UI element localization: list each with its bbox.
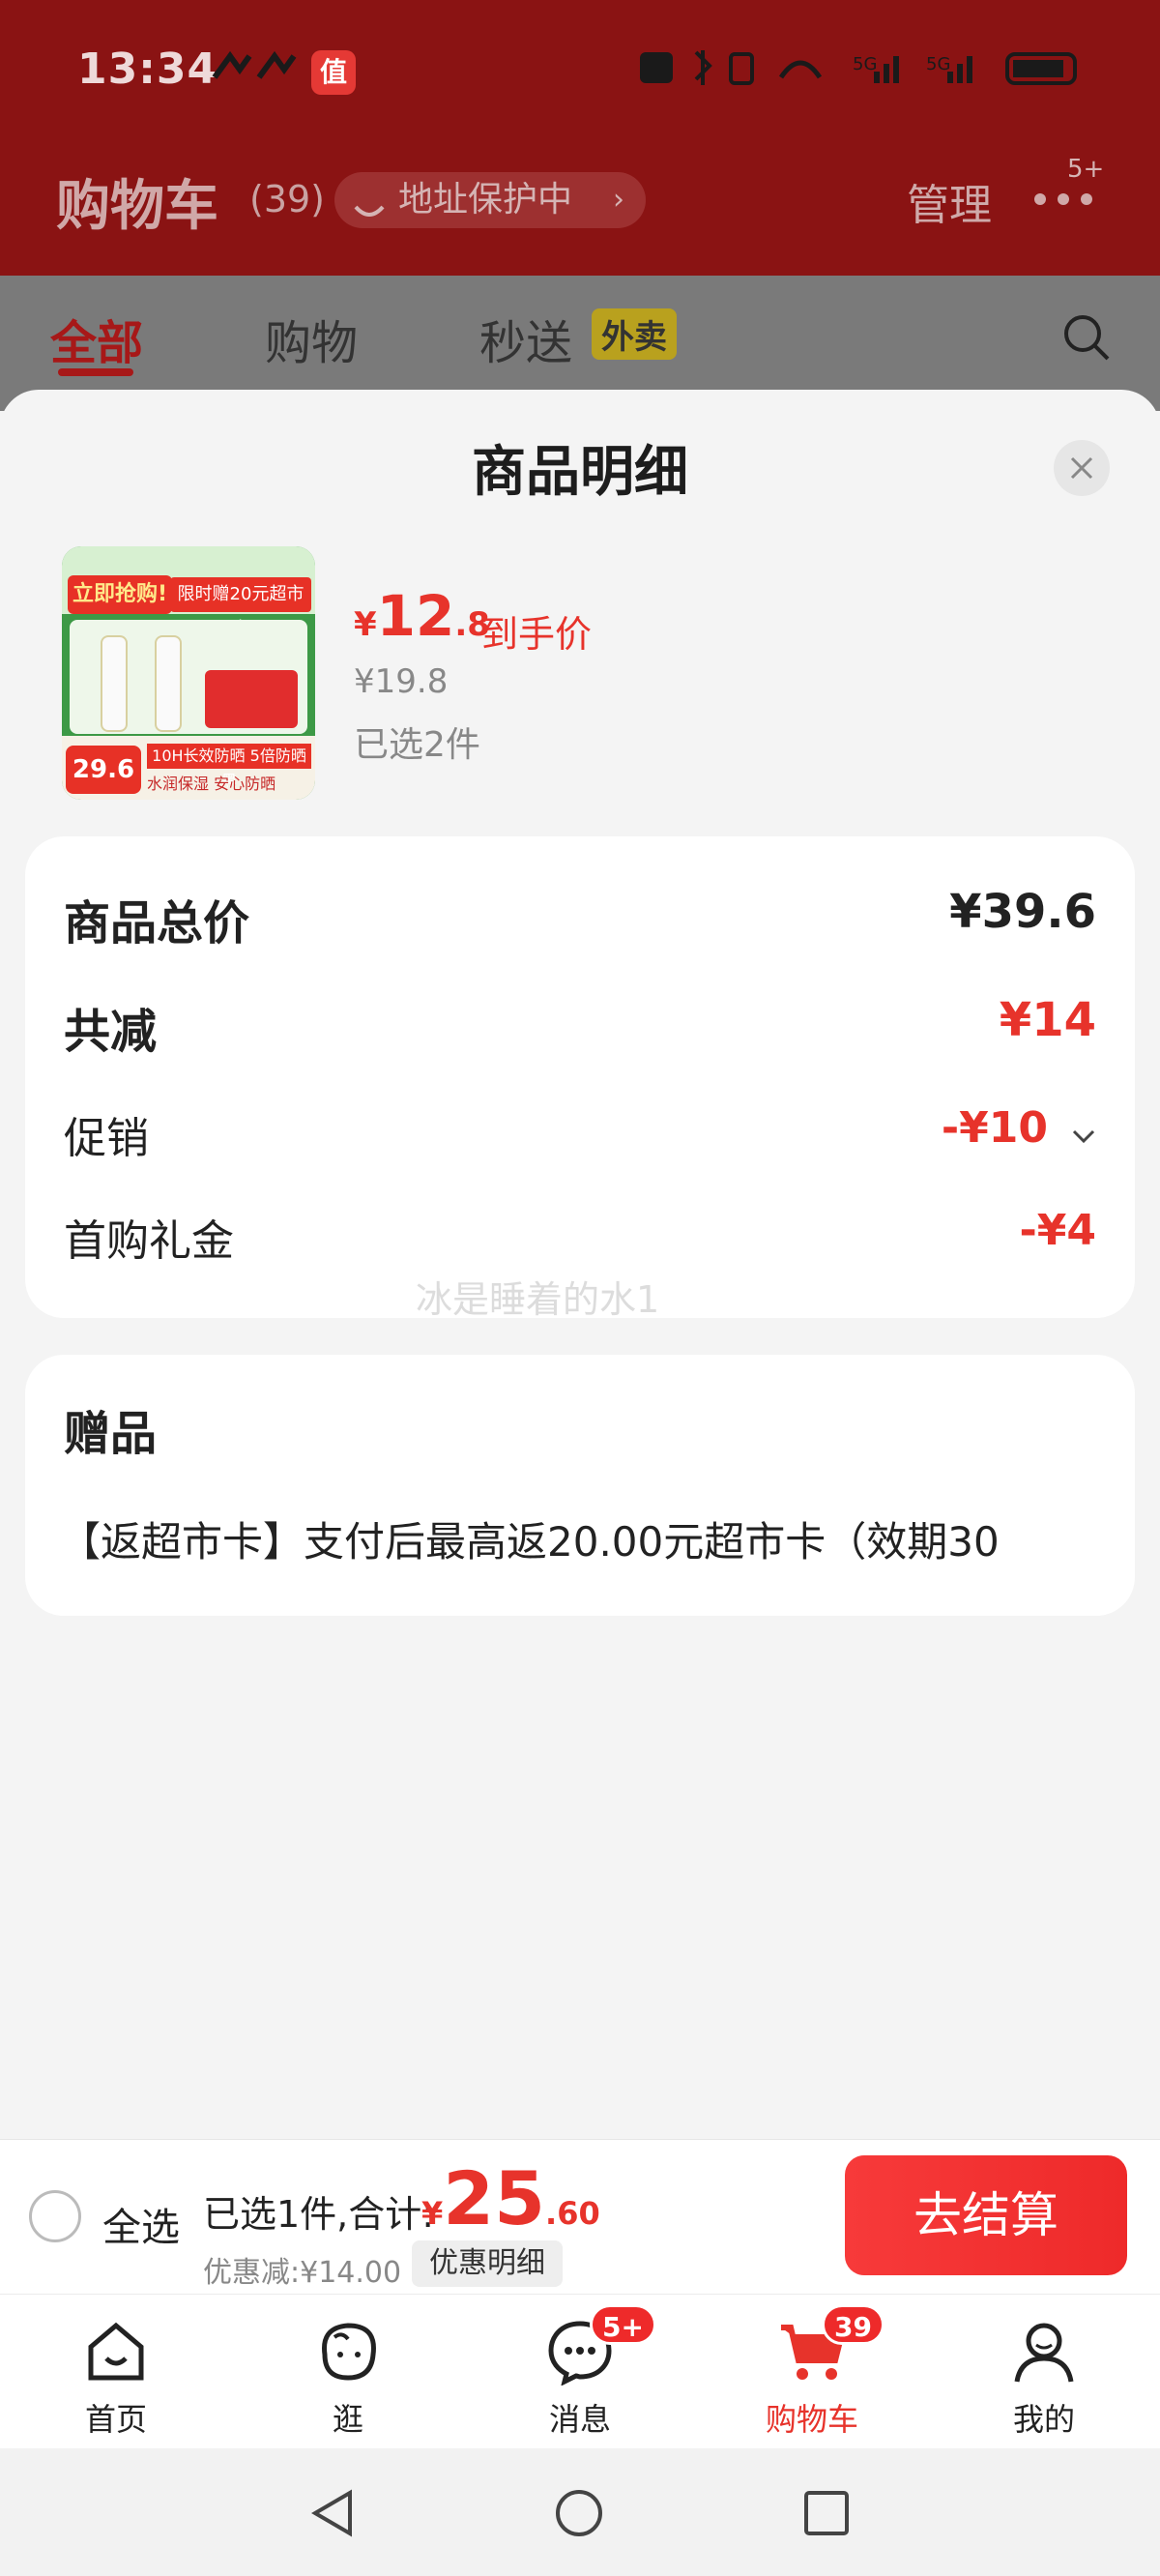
checkout-button[interactable]: 去结算 [845,2155,1127,2275]
original-price: ¥19.8 [354,662,449,701]
cart-badge: 39 [822,2304,884,2345]
final-price-label: 到手价 [481,613,593,656]
cart-count: (39) [249,178,326,220]
more-badge: 5+ [1067,155,1105,184]
more-icon[interactable] [1032,190,1100,213]
tab-shopping[interactable]: 购物 [265,305,358,372]
total-price-value: ¥39.6 [949,885,1096,939]
gift-title: 赠品 [64,1407,158,1461]
product-detail-sheet: 商品明细 立即抢购! 限时赠20元超市卡 29.6 10H长效防晒 5倍防晒黑 … [0,390,1160,2140]
bottom-nav: 首页 逛 消息 5+ 购物车 39 我的 [0,2294,1160,2448]
product-image: 立即抢购! 限时赠20元超市卡 29.6 10H长效防晒 5倍防晒黑 水润保湿 … [62,546,315,800]
cart-title: 购物车 [56,175,218,238]
svg-text:5G: 5G [926,54,950,74]
status-bar: 13:34 值 5G 5G [0,0,1160,135]
checkout-total: ¥25.60 [421,2155,600,2241]
gift-text: 【返超市卡】支付后最高返20.00元超市卡（效期30 [60,1518,1000,1566]
takeout-tag: 外卖 [592,308,677,360]
reduction-row: 共减 ¥14 [64,993,1096,1061]
promotion-label: 促销 [64,1114,149,1163]
search-icon[interactable] [1061,312,1112,366]
reduction-label: 共减 [64,1005,158,1059]
close-icon [1070,456,1093,480]
price-breakdown-card: 商品总价 ¥39.6 共减 ¥14 促销 -¥10 首购礼金 -¥4 冰是睡着的… [25,836,1135,1321]
svg-text:5G: 5G [853,54,877,74]
first-purchase-gift-value: -¥4 [1019,1206,1097,1255]
home-circle-icon[interactable] [553,2487,605,2539]
selected-quantity: 已选2件 [354,725,480,765]
reduction-value: ¥14 [999,993,1096,1047]
manage-button[interactable]: 管理 [907,170,992,232]
select-all-radio[interactable] [29,2190,81,2242]
promotion-value: -¥10 [941,1103,1048,1153]
product-image-price: 29.6 [66,746,141,794]
chevron-down-icon[interactable] [1071,1106,1096,1156]
tab-all[interactable]: 全部 [50,305,143,372]
tab-underline [58,368,133,376]
nav-cart-label: 购物车 [765,2401,858,2438]
nav-messages-label: 消息 [548,2401,611,2438]
nav-home-label: 首页 [84,2401,147,2438]
nav-browse[interactable]: 逛 [232,2295,464,2449]
nav-cart[interactable]: 购物车 39 [696,2295,928,2449]
product-image-caption-2: 水润保湿 安心防晒 [147,775,276,793]
total-price-row: 商品总价 ¥39.6 [64,885,1096,952]
close-button[interactable] [1054,440,1110,496]
back-icon[interactable] [307,2487,360,2539]
messages-badge: 5+ [590,2304,656,2345]
browse-icon [322,2323,376,2381]
home-icon [88,2322,144,2381]
product-image-burst: 立即抢购! [68,575,172,614]
promotion-row[interactable]: 促销 -¥10 [64,1103,1096,1171]
discount-text: 优惠减:¥14.00 [203,2256,402,2290]
discount-detail-button[interactable]: 优惠明细 [412,2240,563,2287]
product-image-caption-1: 10H长效防晒 5倍防晒黑 [147,744,311,790]
recents-icon[interactable] [800,2487,853,2539]
checkout-summary: 已选1件,合计: [203,2193,435,2236]
app-badge: 值 [311,50,356,95]
watermark-text: 冰是睡着的水1 [416,1278,660,1321]
address-pill-label: 地址保护中 [398,180,573,220]
status-icons: 5G 5G [638,48,1092,85]
gift-card: 赠品 【返超市卡】支付后最高返20.00元超市卡（效期30 [25,1355,1135,1616]
select-all-label[interactable]: 全选 [102,2196,180,2252]
chevron-right-icon: › [613,183,624,217]
tab-instant[interactable]: 秒送 [479,305,572,372]
first-purchase-gift-label: 首购礼金 [64,1216,234,1266]
system-nav-bar [0,2448,1160,2576]
first-purchase-gift-row: 首购礼金 -¥4 [64,1206,1096,1273]
nav-home[interactable]: 首页 [0,2295,232,2449]
final-price: ¥12.8 [354,583,490,649]
nav-messages[interactable]: 消息 5+ [464,2295,696,2449]
shield-icon [354,188,385,244]
status-time: 13:34 [77,44,218,94]
profile-icon [1014,2323,1074,2383]
signal-heart-icon [211,48,298,83]
checkout-bar: 全选 已选1件,合计: ¥25.60 优惠减:¥14.00 优惠明细 去结算 [0,2139,1160,2294]
total-price-label: 商品总价 [64,896,250,951]
sheet-title: 商品明细 [472,441,688,504]
nav-browse-label: 逛 [332,2401,363,2438]
nav-me-label: 我的 [1012,2401,1075,2438]
product-image-banner: 限时赠20元超市卡 [170,577,311,639]
nav-me[interactable]: 我的 [928,2295,1160,2449]
address-protection-pill[interactable]: 地址保护中 › [334,172,646,228]
